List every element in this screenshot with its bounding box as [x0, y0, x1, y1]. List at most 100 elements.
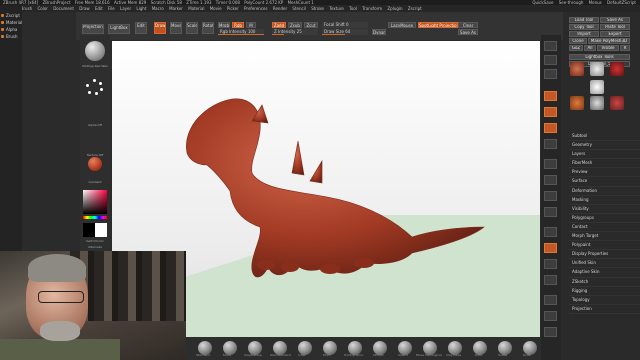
menu-item[interactable]: Edit [95, 6, 103, 11]
load-tool-button[interactable]: Load Tool [569, 17, 599, 23]
frame-button[interactable] [544, 227, 557, 237]
draw-size-slider[interactable]: Draw Size 64 [322, 29, 368, 35]
scale-view-button[interactable] [544, 259, 557, 269]
subpalette-deformation[interactable]: Deformation [569, 187, 640, 196]
menu-item[interactable]: Document [53, 6, 74, 11]
solo-button[interactable] [544, 327, 557, 337]
move-button[interactable]: Move [170, 22, 182, 34]
copy-tool-button[interactable]: Copy Tool [569, 24, 599, 30]
menu-item[interactable]: Render [273, 6, 287, 11]
make-polymesh-button[interactable]: Make PolyMesh3D [588, 38, 630, 44]
switch-color-label[interactable]: SwitchColor [80, 239, 110, 243]
subpalette-polygroups[interactable]: Polygroups [569, 214, 640, 223]
main-color-swatch[interactable] [83, 223, 95, 237]
menu-item[interactable]: Material [188, 6, 204, 11]
scale-button[interactable]: Scale [186, 22, 198, 34]
subpalette-adaptive-skin[interactable]: Adaptive Skin [569, 268, 640, 278]
zoom-button[interactable] [544, 91, 557, 101]
all-button[interactable]: All [584, 45, 596, 51]
scroll-button[interactable] [544, 69, 557, 79]
menu-item[interactable]: Picker [227, 6, 239, 11]
figure-thumbnail-icon[interactable] [610, 62, 624, 76]
lightbox-button[interactable]: LightBox [108, 24, 130, 34]
material-swatch-icon[interactable] [88, 157, 102, 171]
color-picker[interactable] [83, 190, 107, 214]
menu-item[interactable]: Transform [362, 6, 382, 11]
zsub-button[interactable]: Zsub [288, 22, 302, 28]
secondary-color-swatch[interactable] [95, 223, 107, 237]
subpalette-geometry[interactable]: Geometry [569, 141, 640, 151]
polymesh-thumbnail-icon[interactable] [590, 62, 604, 76]
subpalette-morph-target[interactable]: Morph Target [569, 232, 640, 242]
export-button[interactable]: Export [600, 31, 630, 37]
xyz-button[interactable] [544, 207, 557, 217]
zcut-button[interactable]: Zcut [304, 22, 318, 28]
menu-item[interactable]: Macro [152, 6, 164, 11]
persp-button[interactable] [544, 139, 557, 149]
subpalette-polypaint[interactable]: Polypaint [569, 241, 640, 251]
simple-brush-icon[interactable] [570, 96, 584, 110]
subpalette-masking[interactable]: Masking [569, 196, 640, 205]
paste-tool-button[interactable]: Paste Tool [600, 24, 630, 30]
menu-item[interactable]: Zscript [408, 6, 422, 11]
visible-button[interactable]: Visible [597, 45, 619, 51]
save-as-tool-button[interactable]: Save As [600, 17, 630, 23]
rgb-button[interactable]: Rgb [232, 22, 244, 28]
clear-button[interactable]: Clear [458, 22, 478, 28]
move-view-button[interactable] [544, 243, 557, 253]
floor-button[interactable] [544, 159, 557, 169]
alternate-label[interactable]: Alternate [80, 245, 110, 249]
menu-item[interactable]: Brush [21, 6, 33, 11]
subpalette-fibermesh[interactable]: FiberMesh [569, 159, 640, 169]
subpalette-surface[interactable]: Surface [569, 177, 640, 187]
subpalette-topology[interactable]: Topology [569, 296, 640, 305]
menu-item[interactable]: Layer [120, 6, 131, 11]
subpalette-display-properties[interactable]: Display Properties [569, 250, 640, 260]
menu-item[interactable]: Movie [210, 6, 222, 11]
star-thumbnail-icon[interactable] [590, 80, 604, 94]
transp-button[interactable] [544, 311, 557, 321]
bpr-button[interactable] [544, 41, 557, 51]
subpalette-zsketch[interactable]: ZSketch [569, 278, 640, 287]
polyf-button[interactable] [544, 295, 557, 305]
subpalette-preview[interactable]: Preview [569, 168, 640, 178]
subpalette-visibility[interactable]: Visibility [569, 205, 640, 214]
menu-item[interactable]: Preferences [244, 6, 268, 11]
zadd-button[interactable]: Zadd [272, 22, 286, 28]
focal-shift-slider[interactable]: Focal Shift 0 [322, 22, 368, 28]
rotate-button[interactable]: Rotate [202, 22, 214, 34]
aahalf-button[interactable] [544, 123, 557, 133]
menu-item[interactable]: Stencil [292, 6, 306, 11]
menu-item[interactable]: Zplugin [387, 6, 402, 11]
r-button[interactable]: R [620, 45, 630, 51]
menu-item[interactable]: Stroke [311, 6, 324, 11]
menu-item[interactable]: Marker [169, 6, 183, 11]
subpalette-layers[interactable]: Layers [569, 150, 640, 160]
z-intensity-slider[interactable]: Z Intensity 25 [272, 29, 318, 35]
hue-slider[interactable] [83, 216, 107, 219]
rgb-intensity-slider[interactable]: Rgb Intensity 100 [218, 29, 264, 35]
spotlight-projection-button[interactable]: SpotLight Projection [418, 22, 458, 28]
spix-button[interactable] [544, 55, 557, 65]
eraser-brush-icon[interactable] [590, 96, 604, 110]
clone-button[interactable]: Clone [569, 38, 587, 44]
menu-item[interactable]: Light [136, 6, 146, 11]
alpha-dots-icon[interactable] [86, 79, 104, 95]
draw-button[interactable]: Draw [154, 22, 166, 34]
subpalette-rigging[interactable]: Rigging [569, 287, 640, 296]
subpalette-projection[interactable]: Projection [569, 305, 640, 314]
lsym-button[interactable] [544, 191, 557, 201]
dinosaur-thumbnail-icon[interactable] [570, 62, 584, 76]
goz-button[interactable]: GoZ [569, 45, 583, 51]
actual-button[interactable] [544, 107, 557, 117]
menu-item[interactable]: Draw [79, 6, 89, 11]
subpalette-subtool[interactable]: Subtool [569, 132, 640, 142]
dynamic-button[interactable]: Dynamic [372, 29, 386, 35]
local-button[interactable] [544, 175, 557, 185]
import-button[interactable]: Import [569, 31, 599, 37]
menu-item[interactable]: Tool [349, 6, 357, 11]
lazymouse-button[interactable]: LazyMouse [388, 22, 416, 28]
dinosaur-small-icon[interactable] [610, 96, 624, 110]
subpalette-unified-skin[interactable]: Unified Skin [569, 259, 640, 269]
rotate-view-button[interactable] [544, 275, 557, 285]
